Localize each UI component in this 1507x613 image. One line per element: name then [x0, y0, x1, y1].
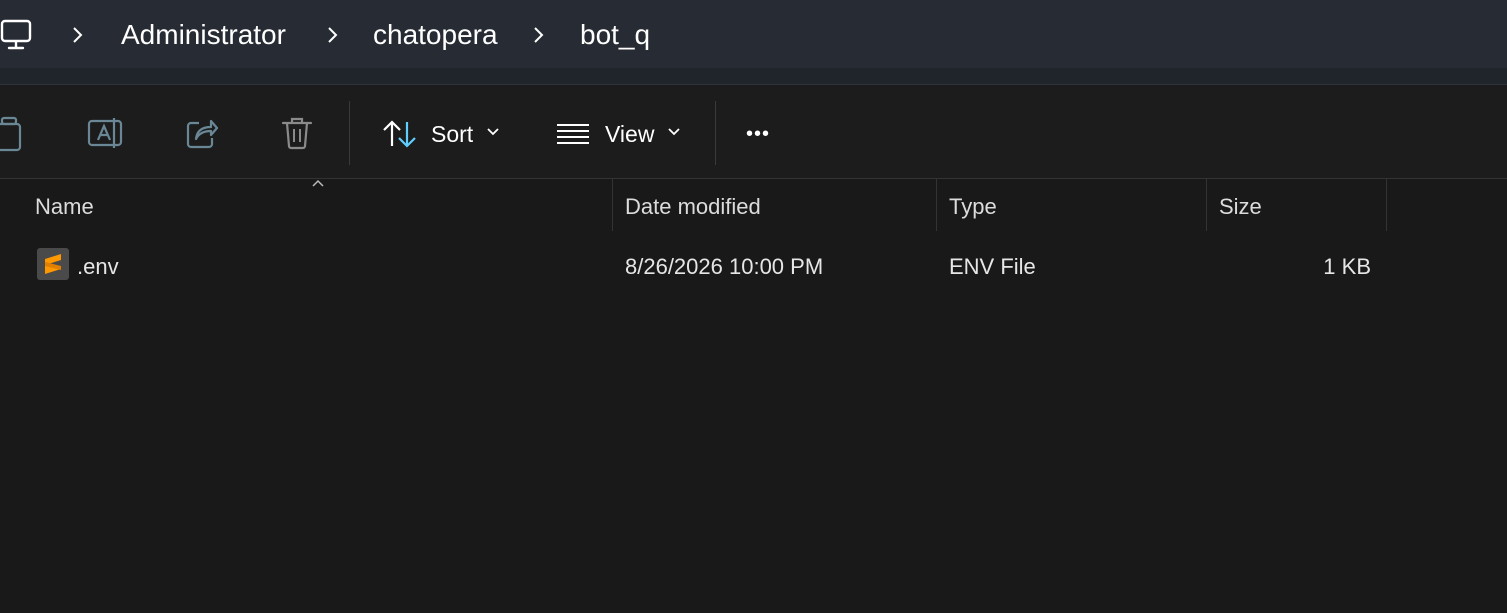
chevron-right-icon[interactable]	[70, 25, 84, 45]
copy-icon[interactable]	[0, 116, 28, 152]
file-type: ENV File	[949, 254, 1036, 279]
file-name[interactable]: .env	[77, 250, 119, 284]
file-date-modified: 8/26/2026 10:00 PM	[625, 254, 824, 279]
column-resize-handle[interactable]	[612, 179, 613, 231]
more-options-button[interactable]: •••	[746, 118, 770, 150]
view-button[interactable]: View	[605, 118, 654, 150]
breadcrumb-item-administrator[interactable]: Administrator	[121, 18, 286, 52]
column-resize-handle[interactable]	[1386, 179, 1387, 231]
chevron-right-icon[interactable]	[325, 25, 339, 45]
chevron-right-icon[interactable]	[531, 25, 545, 45]
rename-icon[interactable]	[87, 116, 123, 150]
breadcrumb-item-chatopera[interactable]: chatopera	[373, 18, 498, 52]
file-row[interactable]: .env 8/26/2026 10:00 PM ENV File 1 KB	[0, 240, 1507, 294]
view-icon[interactable]	[556, 122, 590, 146]
sort-ascending-indicator	[312, 179, 324, 187]
sort-button[interactable]: Sort	[431, 118, 473, 150]
sublime-text-icon	[37, 248, 69, 280]
column-header-name[interactable]: Name	[35, 190, 94, 224]
sort-icon[interactable]	[382, 118, 418, 150]
column-resize-handle[interactable]	[1206, 179, 1207, 231]
delete-icon[interactable]	[281, 116, 313, 150]
divider	[0, 178, 1507, 179]
column-header-date-modified[interactable]: Date modified	[625, 190, 761, 224]
chevron-down-icon[interactable]	[667, 127, 681, 137]
chevron-down-icon[interactable]	[486, 127, 500, 137]
breadcrumb-item-bot-q[interactable]: bot_q	[580, 18, 650, 52]
column-resize-handle[interactable]	[936, 179, 937, 231]
toolbar-separator	[715, 101, 716, 165]
share-icon[interactable]	[185, 116, 219, 150]
toolbar-separator	[349, 101, 350, 165]
column-header-type[interactable]: Type	[949, 190, 997, 224]
file-size: 1 KB	[1323, 254, 1371, 279]
computer-icon[interactable]	[0, 18, 36, 52]
column-header-size[interactable]: Size	[1219, 190, 1262, 224]
address-bar-strip	[0, 68, 1507, 84]
